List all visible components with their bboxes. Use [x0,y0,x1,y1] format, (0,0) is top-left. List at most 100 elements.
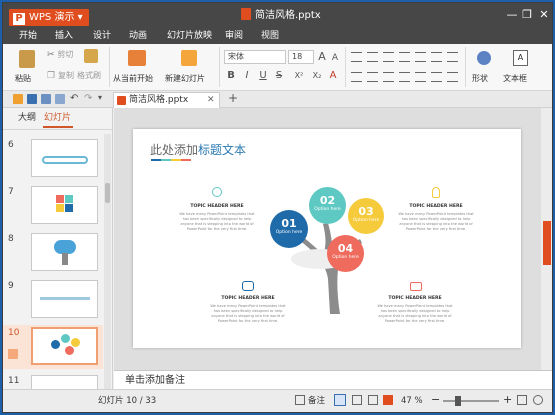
subscript-button[interactable]: X₂ [309,70,325,82]
close-tab-icon[interactable]: ✕ [207,93,215,107]
slide-thumbnail-selected[interactable] [31,327,98,365]
underline-button[interactable]: U [257,70,269,82]
minimize-button[interactable]: — [505,8,519,22]
app-menu-button[interactable]: P WPS 演示 ▾ [9,9,89,26]
justify-icon[interactable] [399,72,410,82]
menu-review[interactable]: 审阅 [225,29,243,44]
line-spacing-icon[interactable] [415,52,426,62]
paste-button[interactable]: 粘贴 [13,48,41,86]
vertical-align-icon[interactable] [431,72,442,82]
format-painter-button[interactable]: 格式刷 [77,49,103,87]
italic-button[interactable]: I [241,70,253,82]
open-folder-icon[interactable] [13,94,23,104]
notes-toggle[interactable]: 备注 [308,395,325,407]
thumbnail-graphic [42,156,88,164]
zoom-slider[interactable] [443,400,499,402]
preview-icon[interactable] [55,94,65,104]
notes-pane[interactable]: 单击添加备注 [114,370,552,389]
shape-button[interactable]: 形状 [469,48,499,86]
reading-view-icon[interactable] [368,395,378,405]
menu-animation[interactable]: 动画 [129,29,147,44]
slide-title[interactable]: 此处添加标题文本 [150,141,246,158]
from-current-button[interactable]: 从当前开始 [113,48,161,86]
thumbnail-graphic [56,195,64,203]
menu-start[interactable]: 开始 [19,29,37,44]
ribbon-divider [109,47,110,87]
print-icon[interactable] [41,94,51,104]
tab-outline[interactable]: 大纲 [18,112,36,124]
thumbnail-graphic [51,340,60,349]
text-direction-icon[interactable] [431,52,442,62]
panel-divider [3,129,113,130]
thumbnail-scrollbar[interactable] [104,134,111,389]
text-align-icon[interactable] [447,72,458,82]
textbox-button[interactable]: A 文本框 [503,48,539,86]
slide-thumbnail[interactable] [31,233,98,271]
zoom-in-button[interactable]: + [503,394,512,406]
columns-icon[interactable] [447,52,458,62]
app-window: P WPS 演示 ▾ 简洁风格.pptx — ❐ ✕ 开始 插入 设计 动画 幻灯… [2,2,553,413]
topic-header: TOPIC HEADER HERE [221,296,275,301]
bubble-04[interactable]: 04 Option here [327,235,364,272]
superscript-button[interactable]: X² [291,70,307,82]
thumbnail-scroll-thumb[interactable] [105,183,110,203]
decrease-indent-icon[interactable] [383,52,394,62]
bullet-list-icon[interactable] [351,52,362,62]
align-center-icon[interactable] [367,72,378,82]
font-color-button[interactable]: A [327,70,339,82]
zoom-slider-knob[interactable] [455,396,461,406]
numbered-list-icon[interactable] [367,52,378,62]
bubble-02[interactable]: 02 Option here [309,187,346,224]
copy-button[interactable]: ❐ 复制 [47,70,74,81]
new-slide-button[interactable]: 新建幻灯片 [165,48,215,86]
slide-thumbnail[interactable] [31,280,98,318]
new-tab-button[interactable]: + [228,91,238,105]
document-tab[interactable]: 简洁风格.pptx ✕ [113,92,220,108]
decrease-font-icon[interactable]: A [329,52,341,64]
bold-button[interactable]: B [225,70,237,82]
menu-view[interactable]: 视图 [261,29,279,44]
network-icon [242,281,254,291]
slide-thumbnail[interactable] [31,375,98,389]
bubble-01[interactable]: 01 Option here [270,210,308,248]
topic-block-bottom-right: TOPIC HEADER HERE We have many PowerPoin… [365,296,465,324]
increase-font-icon[interactable]: A [316,51,328,63]
font-size-select[interactable]: 18 [288,50,314,64]
zoom-out-button[interactable]: − [431,394,440,406]
redo-icon[interactable]: ↷ [84,93,94,104]
distributed-icon[interactable] [415,72,426,82]
normal-view-icon[interactable] [334,394,346,406]
topic-body: We have many PowerPoint templates that ha… [179,212,255,231]
align-left-icon[interactable] [351,72,362,82]
notes-icon[interactable] [295,395,305,405]
slide-sorter-icon[interactable] [352,395,362,405]
strikethrough-button[interactable]: S [273,70,285,82]
slide[interactable]: 此处添加标题文本 01 Option here 02 Option here 0… [133,129,521,348]
customize-icon[interactable]: ▾ [98,93,108,103]
close-button[interactable]: ✕ [537,8,551,22]
maximize-button[interactable]: ❐ [520,8,534,22]
bubble-03[interactable]: 03 Option here [348,198,384,234]
save-icon[interactable] [27,94,37,104]
tab-slides[interactable]: 幻灯片 [44,112,71,124]
slide-thumbnail[interactable] [31,186,98,224]
menu-insert[interactable]: 插入 [55,29,73,44]
bubble-number: 02 [319,194,336,207]
align-right-icon[interactable] [383,72,394,82]
increase-indent-icon[interactable] [399,52,410,62]
slide-title-prefix: 此处添加 [150,143,199,157]
shape-label: 形状 [472,74,488,83]
fullscreen-icon[interactable] [533,395,543,405]
zoom-level[interactable]: 47 % [401,395,423,407]
slide-thumbnail[interactable] [31,139,98,177]
font-name-select[interactable]: 宋体 [224,50,286,64]
undo-icon[interactable]: ↶ [70,93,80,104]
topic-body: We have many PowerPoint templates that ha… [210,304,286,323]
fit-window-icon[interactable] [517,395,527,405]
menu-slideshow[interactable]: 幻灯片放映 [167,29,212,44]
menu-design[interactable]: 设计 [93,29,111,44]
cut-button[interactable]: ✂ 剪切 [47,49,73,60]
slideshow-icon[interactable] [383,395,393,405]
side-panel-toggle[interactable] [543,221,551,265]
clipboard-icon [19,50,35,68]
